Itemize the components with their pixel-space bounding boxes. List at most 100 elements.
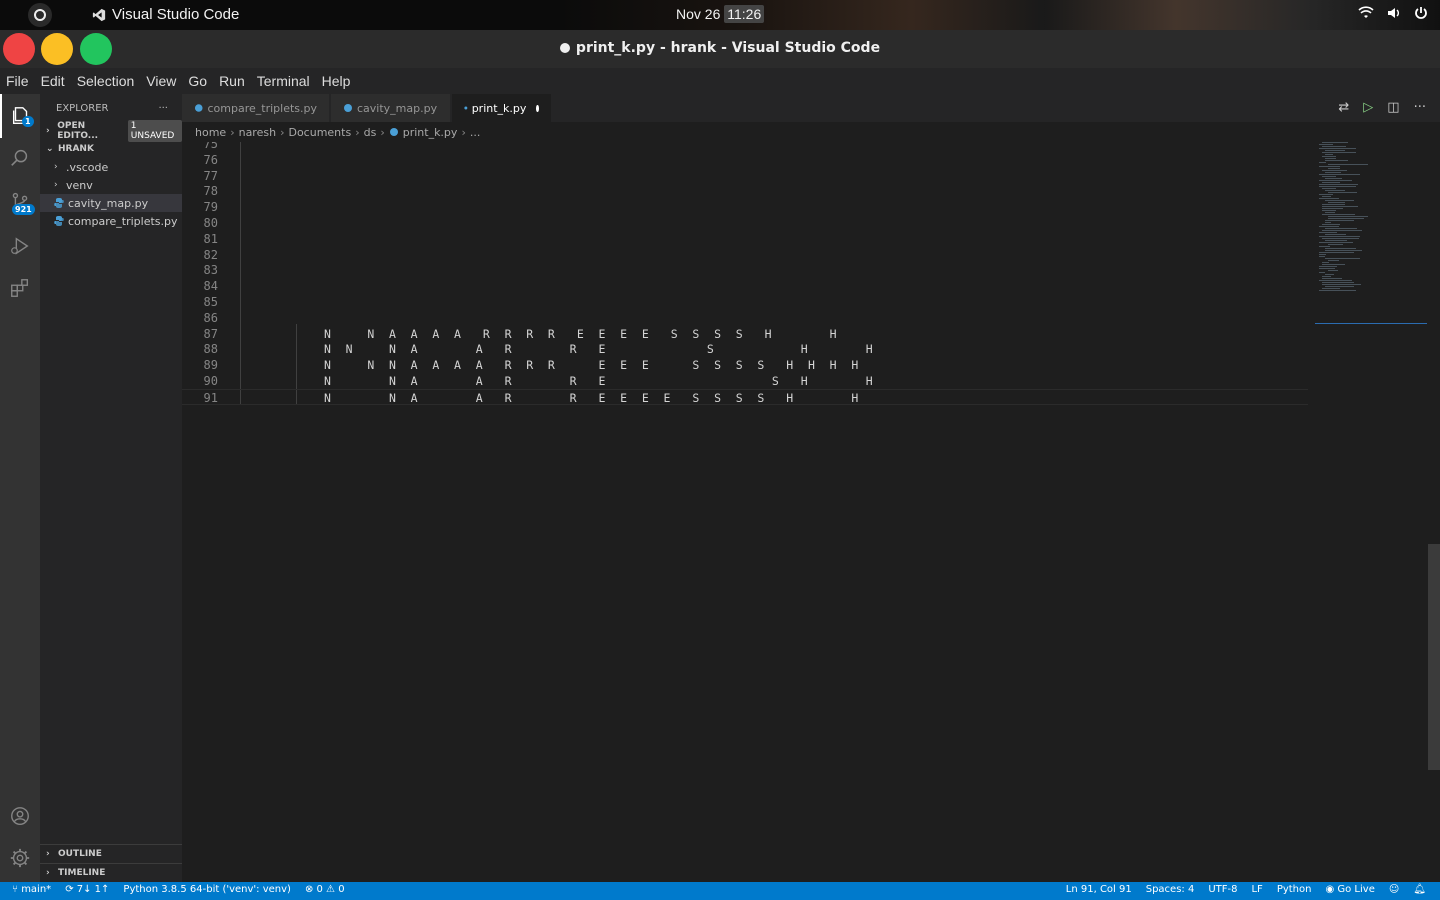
tab-label: print_k.py <box>471 101 527 115</box>
cursor-position[interactable]: Ln 91, Col 91 <box>1066 884 1132 895</box>
code-line[interactable]: 86 <box>182 310 1308 326</box>
system-tray[interactable] <box>1358 6 1428 24</box>
menu-run[interactable]: Run <box>219 73 245 89</box>
code-line[interactable]: 88 N N N A A R R E S H H <box>182 341 1308 357</box>
breadcrumb-documents[interactable]: Documents <box>288 126 351 139</box>
wifi-icon[interactable] <box>1358 6 1374 24</box>
code-line[interactable]: 89 N N N A A A A R R R E E E S S S S H H … <box>182 357 1308 373</box>
minimap-line <box>1322 278 1342 279</box>
volume-icon[interactable] <box>1386 6 1402 24</box>
accounts-icon[interactable] <box>0 794 40 838</box>
search-icon[interactable] <box>0 136 40 180</box>
line-number: 86 <box>203 310 218 325</box>
code-line[interactable]: 87 N N A A A A R R R R E E E E S S S S H … <box>182 326 1308 342</box>
split-editor-icon[interactable]: ◫ <box>1387 100 1399 115</box>
code-line[interactable]: 84 <box>182 278 1308 294</box>
open-changes-icon[interactable]: ⇄ <box>1338 100 1349 115</box>
code-line[interactable]: 85 <box>182 294 1308 310</box>
minimap-viewport[interactable] <box>1315 318 1427 324</box>
encoding[interactable]: UTF-8 <box>1208 884 1237 895</box>
tree-item-vscode[interactable]: › .vscode <box>40 158 182 176</box>
folder-section-hrank[interactable]: ⌄ HRANK <box>40 140 182 158</box>
minimap[interactable] <box>1315 142 1427 882</box>
menu-help[interactable]: Help <box>322 73 351 89</box>
power-icon[interactable] <box>1414 6 1428 24</box>
extensions-icon[interactable] <box>0 266 40 310</box>
code-line[interactable]: 80 <box>182 215 1308 231</box>
breadcrumb-symbol[interactable]: ... <box>470 126 481 139</box>
code-line[interactable]: 77 <box>182 168 1308 184</box>
code-line[interactable]: 82 <box>182 247 1308 263</box>
tree-item-cavity-map[interactable]: cavity_map.py <box>40 194 182 212</box>
menu-view[interactable]: View <box>146 73 176 89</box>
activities-button[interactable] <box>28 3 52 27</box>
tab-cavity-map[interactable]: cavity_map.py <box>331 94 451 122</box>
notifications-bell-icon[interactable]: 🔔︎ <box>1413 884 1426 895</box>
minimap-line <box>1325 286 1354 287</box>
run-debug-icon[interactable] <box>0 224 40 268</box>
clock[interactable]: Nov 26 11:26 <box>676 5 765 23</box>
indentation[interactable]: Spaces: 4 <box>1146 884 1195 895</box>
tree-item-compare-triplets[interactable]: compare_triplets.py <box>40 212 182 230</box>
line-number: 80 <box>203 216 218 230</box>
language-mode[interactable]: Python <box>1277 884 1312 895</box>
app-menu[interactable]: Visual Studio Code <box>92 6 239 23</box>
minimap-line <box>1319 254 1326 255</box>
menu-edit[interactable]: Edit <box>41 73 65 89</box>
code-line[interactable]: 75 <box>182 142 1308 152</box>
menu-file[interactable]: File <box>6 73 29 89</box>
breadcrumb-naresh[interactable]: naresh <box>239 126 276 139</box>
code-line[interactable]: 91 N N A A R R E E E E S S S S H H <box>182 388 1308 405</box>
source-control-icon[interactable]: 921 <box>0 180 40 224</box>
python-file-icon <box>344 104 352 112</box>
explorer-icon[interactable]: 1 <box>0 94 40 138</box>
minimap-line <box>1325 234 1346 235</box>
end-of-line[interactable]: LF <box>1251 884 1262 895</box>
breadcrumb-file[interactable]: print_k.py <box>403 126 458 139</box>
code-line[interactable]: 76 <box>182 152 1308 168</box>
feedback-icon[interactable]: ☺ <box>1389 884 1399 895</box>
branch-status[interactable]: ⑂ main* <box>12 884 51 895</box>
breadcrumb-home[interactable]: home <box>195 126 226 139</box>
settings-gear-icon[interactable] <box>0 836 40 880</box>
tree-item-venv[interactable]: › venv <box>40 176 182 194</box>
problems-status[interactable]: ⊗ 0 ⚠ 0 <box>305 884 345 895</box>
python-file-icon <box>54 198 64 208</box>
minimap-line <box>1322 196 1331 197</box>
code-line[interactable]: 90 N N A A R R E S H H <box>182 373 1308 389</box>
menu-go[interactable]: Go <box>188 73 207 89</box>
menu-terminal[interactable]: Terminal <box>257 73 310 89</box>
code-line[interactable]: 78 <box>182 183 1308 199</box>
line-number: 76 <box>203 152 218 167</box>
vertical-scrollbar[interactable] <box>1428 544 1440 770</box>
python-interpreter[interactable]: Python 3.8.5 64-bit ('venv': venv) <box>123 884 291 895</box>
status-bar: ⑂ main* ⟳ 7↓ 1↑ Python 3.8.5 64-bit ('ve… <box>0 882 1440 900</box>
breadcrumb-ds[interactable]: ds <box>364 126 377 139</box>
run-file-icon[interactable]: ▷ <box>1363 100 1373 115</box>
tab-compare-triplets[interactable]: compare_triplets.py <box>182 94 330 122</box>
code-line[interactable]: 79 <box>182 199 1308 215</box>
minimap-line <box>1319 226 1339 227</box>
code-editor[interactable]: 75 76 77 78 79 80 81 82 83 84 85 86 87 N N A A A A R … <box>182 142 1440 882</box>
code-line[interactable]: 83 <box>182 262 1308 278</box>
code-line[interactable]: 81 <box>182 231 1308 247</box>
chevron-right-icon: › <box>380 125 385 139</box>
minimap-line <box>1325 160 1348 161</box>
go-live-button[interactable]: ◉ Go Live <box>1325 884 1374 895</box>
time: 11:26 <box>724 5 765 23</box>
menu-selection[interactable]: Selection <box>77 73 135 89</box>
editor-tab-bar: compare_triplets.py cavity_map.py print_… <box>182 94 1440 122</box>
tab-print-k[interactable]: print_k.py <box>452 94 552 122</box>
chevron-right-icon: › <box>355 125 360 139</box>
minimap-line <box>1322 146 1346 147</box>
outline-section[interactable]: › OUTLINE <box>40 844 182 863</box>
open-editors-section[interactable]: › OPEN EDITO... 1 UNSAVED <box>40 120 182 142</box>
minimap-line <box>1319 290 1356 291</box>
more-actions-icon[interactable]: ··· <box>158 103 168 114</box>
timeline-section[interactable]: › TIMELINE <box>40 863 182 882</box>
line-number: 85 <box>203 295 218 309</box>
modified-dot-icon[interactable] <box>536 104 539 112</box>
line-number: 90 <box>203 374 218 388</box>
sync-status[interactable]: ⟳ 7↓ 1↑ <box>65 884 109 895</box>
more-actions-icon[interactable]: ··· <box>1414 100 1426 115</box>
